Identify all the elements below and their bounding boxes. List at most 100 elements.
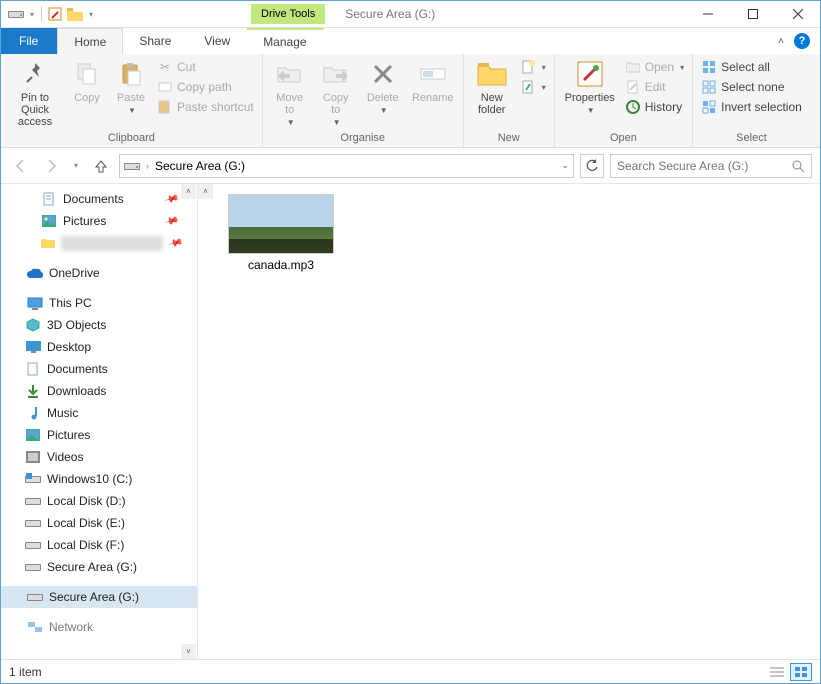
recent-locations-button[interactable]: ▾ xyxy=(69,154,83,178)
tree-item-documents[interactable]: Documents xyxy=(1,358,197,380)
search-icon[interactable] xyxy=(791,159,805,173)
tree-item-local-d[interactable]: Local Disk (D:) xyxy=(1,490,197,512)
select-none-button[interactable]: Select none xyxy=(699,78,804,96)
tree-item-documents[interactable]: Documents📌 xyxy=(1,188,197,210)
qat-more-icon[interactable]: ▾ xyxy=(86,5,96,23)
address-dropdown-icon[interactable]: ⌄ xyxy=(561,160,569,171)
tree-item-desktop[interactable]: Desktop xyxy=(1,336,197,358)
tree-label: Network xyxy=(49,620,93,634)
tree-item-onedrive[interactable]: OneDrive xyxy=(1,262,197,284)
help-icon[interactable]: ? xyxy=(794,33,810,49)
tab-share[interactable]: Share xyxy=(123,28,188,54)
forward-button[interactable] xyxy=(39,154,63,178)
tab-file[interactable]: File xyxy=(1,28,57,54)
tree-item-pictures[interactable]: Pictures xyxy=(1,424,197,446)
scissors-icon: ✂ xyxy=(157,59,173,75)
new-item-button[interactable]: ▾ xyxy=(518,58,548,76)
edit-button[interactable]: Edit xyxy=(623,78,686,96)
tree-item-music[interactable]: Music xyxy=(1,402,197,424)
copy-label: Copy xyxy=(74,92,100,104)
chevron-down-icon: ▼ xyxy=(287,118,295,127)
paste-shortcut-button[interactable]: Paste shortcut xyxy=(155,98,256,116)
rename-button[interactable]: Rename xyxy=(409,56,457,106)
move-to-button[interactable]: Move to ▼ xyxy=(269,56,311,129)
thumbnails-view-button[interactable] xyxy=(790,663,812,681)
tree-item-pictures[interactable]: Pictures📌 xyxy=(1,210,197,232)
file-item[interactable]: canada.mp3 xyxy=(226,194,336,272)
tree-item-secure-g-root[interactable]: Secure Area (G:) xyxy=(1,586,197,608)
back-button[interactable] xyxy=(9,154,33,178)
drive-icon xyxy=(27,589,43,605)
edit-label: Edit xyxy=(645,80,666,94)
scroll-up-button[interactable]: ˄ xyxy=(198,184,213,199)
folder-qat-icon[interactable] xyxy=(66,5,84,23)
tab-view[interactable]: View xyxy=(188,28,247,54)
collapse-ribbon-icon[interactable]: ˄ xyxy=(778,36,784,47)
tree-label: Desktop xyxy=(47,340,91,354)
navigation-bar: ▾ › Secure Area (G:) ⌄ xyxy=(1,148,820,184)
edit-icon xyxy=(625,79,641,95)
copy-icon xyxy=(71,58,103,90)
copy-path-button[interactable]: Copy path xyxy=(155,78,256,96)
pin-to-quick-access-button[interactable]: Pin to Quick access xyxy=(7,56,63,130)
pin-icon: 📌 xyxy=(167,235,183,251)
status-bar: 1 item xyxy=(1,659,820,683)
refresh-button[interactable] xyxy=(580,154,604,178)
move-to-label: Move to xyxy=(276,92,303,116)
tab-manage[interactable]: Manage xyxy=(247,28,323,54)
tree-item-blurred[interactable]: ████████████📌 xyxy=(1,232,197,254)
tree-item-network[interactable]: Network xyxy=(1,616,197,638)
close-button[interactable] xyxy=(775,1,820,28)
chevron-down-icon: ▾ xyxy=(680,63,684,72)
drive-icon xyxy=(25,559,41,575)
new-folder-icon xyxy=(476,58,508,90)
drive-icon xyxy=(25,471,41,487)
open-button[interactable]: Open▾ xyxy=(623,58,686,76)
scroll-down-button[interactable]: ˅ xyxy=(181,644,196,659)
tree-item-windows-c[interactable]: Windows10 (C:) xyxy=(1,468,197,490)
new-folder-button[interactable]: New folder xyxy=(470,56,514,118)
file-list[interactable]: ˄ canada.mp3 xyxy=(198,184,820,659)
maximize-button[interactable] xyxy=(730,1,775,28)
this-pc-icon xyxy=(27,295,43,311)
pin-icon: 📌 xyxy=(163,213,179,229)
details-view-button[interactable] xyxy=(766,663,788,681)
copy-button[interactable]: Copy xyxy=(67,56,107,106)
tree-item-secure-g[interactable]: Secure Area (G:) xyxy=(1,556,197,578)
invert-selection-button[interactable]: Invert selection xyxy=(699,98,804,116)
delete-button[interactable]: Delete▼ xyxy=(361,56,405,117)
search-input[interactable] xyxy=(617,159,791,173)
tree-item-this-pc[interactable]: This PC xyxy=(1,292,197,314)
easy-access-button[interactable]: ▾ xyxy=(518,78,548,96)
tree-item-local-f[interactable]: Local Disk (F:) xyxy=(1,534,197,556)
ribbon-group-organise: Move to ▼ Copy to▼ Delete▼ Rename Organis… xyxy=(263,54,464,147)
properties-button[interactable]: Properties▼ xyxy=(561,56,619,117)
separator xyxy=(41,6,42,22)
tree-label: Documents xyxy=(63,192,124,206)
file-name: canada.mp3 xyxy=(248,258,314,272)
history-button[interactable]: History xyxy=(623,98,686,116)
tree-label: Secure Area (G:) xyxy=(49,590,139,604)
paste-button[interactable]: Paste ▼ xyxy=(111,56,151,117)
tab-home[interactable]: Home xyxy=(57,28,123,54)
search-box[interactable] xyxy=(610,154,812,178)
navigation-tree[interactable]: ˄ Documents📌 Pictures📌 ████████████📌 One… xyxy=(1,184,198,659)
scroll-up-button[interactable]: ˄ xyxy=(181,184,196,199)
tree-item-downloads[interactable]: Downloads xyxy=(1,380,197,402)
properties-qat-icon[interactable] xyxy=(46,5,64,23)
drive-icon xyxy=(124,160,140,172)
ribbon: Pin to Quick access Copy Paste ▼ ✂Cut Co… xyxy=(1,54,820,148)
group-label-organise: Organise xyxy=(269,130,457,147)
tree-label: Documents xyxy=(47,362,108,376)
tree-item-3d-objects[interactable]: 3D Objects xyxy=(1,314,197,336)
qat-dropdown-icon[interactable]: ▾ xyxy=(27,5,37,23)
copy-to-button[interactable]: Copy to▼ xyxy=(315,56,357,129)
address-bar[interactable]: › Secure Area (G:) ⌄ xyxy=(119,154,574,178)
chevron-right-icon[interactable]: › xyxy=(146,161,149,171)
select-all-button[interactable]: Select all xyxy=(699,58,804,76)
cut-button[interactable]: ✂Cut xyxy=(155,58,256,76)
minimize-button[interactable] xyxy=(685,1,730,28)
tree-item-local-e[interactable]: Local Disk (E:) xyxy=(1,512,197,534)
up-button[interactable] xyxy=(89,154,113,178)
tree-item-videos[interactable]: Videos xyxy=(1,446,197,468)
